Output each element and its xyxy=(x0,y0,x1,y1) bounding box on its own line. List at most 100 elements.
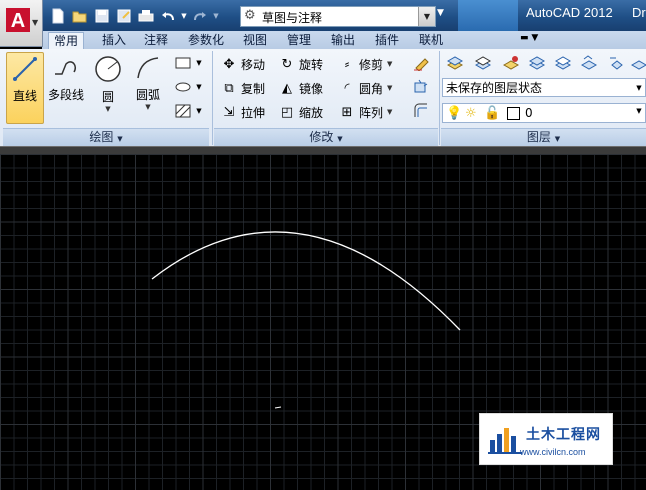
rotate-button[interactable]: ↻ 旋转 xyxy=(278,54,323,74)
rotate-label: 旋转 xyxy=(299,57,324,72)
redo-dropdown-icon[interactable]: ▼ xyxy=(212,7,220,25)
chevron-down-icon[interactable]: ▼ xyxy=(418,7,435,26)
tab-annotate[interactable]: 注释 xyxy=(138,32,174,49)
redo-icon[interactable] xyxy=(190,7,210,25)
stretch-button[interactable]: ⇲ 拉伸 xyxy=(220,102,265,122)
panel-divider xyxy=(439,51,440,145)
copy-icon: ⧉ xyxy=(224,80,234,96)
fillet-button[interactable]: ◜ 圆角 ▼ xyxy=(338,78,392,98)
chevron-down-icon: ▼ xyxy=(105,105,111,113)
print-icon[interactable] xyxy=(136,7,156,25)
rectangle-icon[interactable] xyxy=(172,53,194,73)
line-button[interactable]: 直线 xyxy=(6,52,44,124)
tab-view[interactable]: 视图 xyxy=(238,32,272,49)
layer-color-swatch[interactable] xyxy=(507,107,520,120)
workspace-switcher[interactable]: ⚙ 草图与注释 ▼ xyxy=(240,6,436,27)
tab-parametric[interactable]: 参数化 xyxy=(180,32,232,49)
polyline-label: 多段线 xyxy=(47,88,84,102)
chevron-down-icon: ▼ xyxy=(32,18,39,27)
tab-insert[interactable]: 插入 xyxy=(96,32,132,49)
fillet-label: 圆角 xyxy=(359,81,384,96)
site-watermark: 土木工程网 www.civilcn.com xyxy=(479,413,613,465)
layer-off-icon[interactable] xyxy=(526,53,548,73)
save-as-icon[interactable] xyxy=(114,7,134,25)
array-button[interactable]: ⊞ 阵列 ▼ xyxy=(338,102,393,122)
chevron-down-icon[interactable]: ▼ xyxy=(194,53,204,73)
chevron-down-icon: ▼ xyxy=(387,84,393,92)
document-title: Dr xyxy=(632,5,646,20)
layers-panel-title[interactable]: 图层 ▼ xyxy=(441,128,646,146)
layer-previous-icon[interactable] xyxy=(578,53,600,73)
app-title: AutoCAD 2012 xyxy=(526,5,613,20)
ribbon-minimize-icon[interactable]: ▬ ▼ xyxy=(520,33,542,45)
drawn-arc[interactable] xyxy=(151,231,461,331)
chevron-down-icon[interactable]: ▼ xyxy=(194,101,204,121)
layer-state-icon[interactable] xyxy=(472,53,494,73)
layer-isolate-icon[interactable] xyxy=(500,53,522,73)
scale-label: 缩放 xyxy=(299,105,324,120)
new-icon[interactable] xyxy=(48,7,68,25)
current-layer-name: 0 xyxy=(525,106,533,120)
tab-output[interactable]: 输出 xyxy=(326,32,360,49)
save-icon[interactable] xyxy=(92,7,112,25)
mirror-button[interactable]: ◭ 镜像 xyxy=(278,78,323,98)
tab-online[interactable]: 联机 xyxy=(414,32,448,49)
chevron-down-icon: ▼ xyxy=(337,135,343,143)
title-accent xyxy=(458,0,518,31)
chevron-down-icon: ▼ xyxy=(554,135,561,143)
move-icon: ✥ xyxy=(223,56,235,72)
watermark-name: 土木工程网 xyxy=(526,426,601,442)
line-label: 直线 xyxy=(12,89,37,103)
erase-icon[interactable] xyxy=(410,53,432,73)
offset-icon[interactable] xyxy=(410,101,432,121)
application-menu-button[interactable]: A ▼ xyxy=(0,0,43,47)
tab-home[interactable]: 常用 xyxy=(48,32,84,50)
arc-button[interactable]: 圆弧 ▼ xyxy=(130,52,166,122)
undo-icon[interactable] xyxy=(158,7,178,25)
open-icon[interactable] xyxy=(70,7,90,25)
chevron-down-icon[interactable]: ▼ xyxy=(194,77,204,97)
rotate-icon: ↻ xyxy=(281,56,293,72)
chevron-down-icon: ▼ xyxy=(387,60,393,68)
explode-icon[interactable] xyxy=(410,77,432,97)
layer-dropdown[interactable]: 💡 ☼ 🔓 0 ▼ xyxy=(442,103,646,123)
copy-label: 复制 xyxy=(241,81,266,96)
modify-panel-title[interactable]: 修改 ▼ xyxy=(214,128,438,146)
layer-properties-icon[interactable] xyxy=(444,53,466,73)
circle-label: 圆 xyxy=(101,90,114,104)
sun-icon[interactable]: ☼ xyxy=(465,106,477,121)
fillet-icon: ◜ xyxy=(344,80,350,96)
gear-icon: ⚙ xyxy=(244,8,256,23)
qat-customize-icon[interactable]: ▼ xyxy=(437,8,444,18)
array-label: 阵列 xyxy=(359,105,384,120)
layer-state-value: 未保存的图层状态 xyxy=(446,81,543,95)
layers-panel-title-text: 图层 xyxy=(526,130,551,144)
move-button[interactable]: ✥ 移动 xyxy=(220,54,265,74)
hatch-icon[interactable] xyxy=(172,101,194,121)
circle-button[interactable]: 圆 ▼ xyxy=(90,52,126,122)
unlock-icon[interactable]: 🔓 xyxy=(484,106,500,121)
modify-panel-title-text: 修改 xyxy=(309,130,334,144)
array-icon: ⊞ xyxy=(341,104,353,120)
layer-freeze-icon[interactable] xyxy=(628,53,646,73)
polyline-button[interactable]: 多段线 xyxy=(46,52,86,122)
tab-manage[interactable]: 管理 xyxy=(282,32,316,49)
stretch-icon: ⇲ xyxy=(223,104,235,120)
crosshair-cursor xyxy=(274,406,282,409)
tab-plugins[interactable]: 插件 xyxy=(370,32,404,49)
draw-panel-title[interactable]: 绘图 ▼ xyxy=(3,128,209,146)
layer-state-dropdown[interactable]: 未保存的图层状态 ▼ xyxy=(442,78,646,97)
stretch-label: 拉伸 xyxy=(241,105,266,120)
trim-button[interactable]: ⸗ 修剪 ▼ xyxy=(338,54,393,74)
chevron-down-icon: ▼ xyxy=(636,84,642,92)
undo-dropdown-icon[interactable]: ▼ xyxy=(180,7,188,25)
copy-button[interactable]: ⧉ 复制 xyxy=(220,78,265,98)
autocad-logo-icon: A xyxy=(6,8,30,32)
lightbulb-icon[interactable]: 💡 xyxy=(446,106,462,121)
ellipse-icon[interactable] xyxy=(172,77,194,97)
chevron-down-icon: ▼ xyxy=(117,135,123,143)
layer-walk-icon[interactable] xyxy=(606,53,628,73)
mirror-label: 镜像 xyxy=(299,81,324,96)
layer-match-icon[interactable] xyxy=(552,53,574,73)
scale-button[interactable]: ◰ 缩放 xyxy=(278,102,323,122)
